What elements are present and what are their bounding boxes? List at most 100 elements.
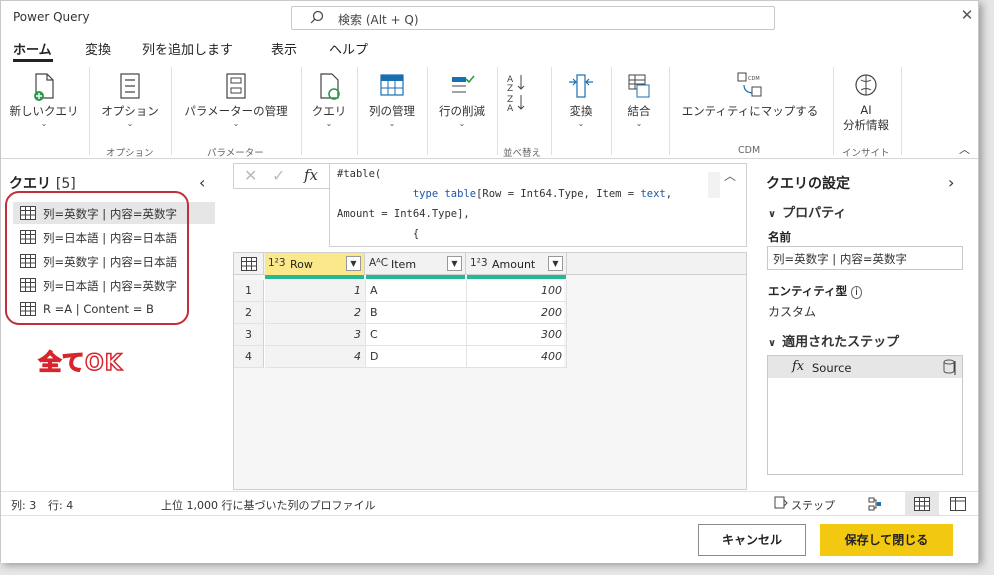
reduce-rows-button[interactable]: 行の削減 ⌄ [433, 71, 491, 128]
options-label: オプション [101, 104, 159, 118]
menu-transform[interactable]: 変換 [85, 39, 111, 58]
cell-item[interactable]: A [366, 280, 467, 302]
chevron-down-icon: ⌄ [388, 119, 396, 128]
cell-row[interactable]: 1 [265, 280, 366, 302]
formula-line: #table( [337, 168, 382, 180]
map-to-entity-label: エンティティにマップする [681, 104, 819, 118]
chevron-down-icon: ⌄ [635, 119, 643, 128]
collapse-left-icon[interactable]: ‹ [199, 173, 205, 192]
search-box[interactable]: 検索 (Alt + Q) [291, 6, 775, 30]
chevron-up-icon[interactable]: ︿ [724, 166, 736, 186]
info-icon[interactable]: i [851, 286, 862, 299]
menu-help[interactable]: ヘルプ [329, 39, 368, 58]
number-type-icon[interactable]: 1²3 [268, 257, 286, 269]
transform-button[interactable]: 変換 ⌄ [557, 71, 605, 128]
query-name-input[interactable]: 列=英数字 | 内容=英数字 [767, 246, 963, 270]
dropdown-icon[interactable]: ▼ [548, 256, 563, 271]
cell-item[interactable]: C [366, 324, 467, 346]
text-type-icon[interactable]: AᴬC [369, 257, 388, 269]
combine-button[interactable]: 結合 ⌄ [615, 71, 663, 128]
dialog-footer: キャンセル 保存して閉じる [1, 515, 978, 563]
menu-add-column[interactable]: 列を追加します [142, 39, 233, 58]
search-placeholder: 検索 (Alt + Q) [338, 13, 419, 27]
column-header-row[interactable]: 1²3 Row ▼ [265, 253, 365, 275]
number-type-icon[interactable]: 1²3 [470, 257, 488, 269]
database-icon[interactable] [942, 359, 956, 375]
map-to-entity-button[interactable]: CDM エンティティにマップする [675, 71, 825, 119]
cell-item[interactable]: D [366, 346, 467, 368]
table-row[interactable]: 3 3 C 300 [234, 324, 567, 346]
options-button[interactable]: オプション ⌄ [97, 71, 163, 128]
diagram-view-button[interactable] [859, 492, 891, 515]
cancel-button[interactable]: キャンセル [698, 524, 806, 556]
cell-amount[interactable]: 300 [467, 324, 567, 346]
entity-type-value: カスタム [768, 305, 817, 319]
diagram-icon [868, 497, 881, 511]
schema-view-button[interactable] [941, 492, 975, 515]
table-menu-icon[interactable] [234, 253, 264, 275]
menu-view[interactable]: 表示 [271, 39, 297, 58]
chevron-down-icon: ∨ [768, 338, 777, 349]
cell-amount[interactable]: 100 [467, 280, 567, 302]
column-header-item[interactable]: AᴬC Item ▼ [366, 253, 466, 275]
expand-right-icon[interactable]: › [948, 173, 954, 192]
sort-buttons[interactable]: AZZA [501, 71, 531, 115]
close-icon[interactable]: ✕ [959, 7, 975, 23]
ai-insights-button[interactable]: AI 分析情報 [837, 71, 895, 133]
chevron-down-icon: ⌄ [325, 119, 333, 128]
row-number[interactable]: 4 [234, 346, 264, 368]
step-item[interactable]: fx Source [768, 356, 962, 378]
active-tab-underline [13, 59, 53, 62]
app-title: Power Query [13, 10, 90, 24]
row-number[interactable]: 2 [234, 302, 264, 324]
ai-label-line1: AI [860, 103, 872, 117]
formula-editor[interactable]: #table( type table[Row = Int64.Type, Ite… [329, 163, 747, 247]
check-icon[interactable]: ✓ [272, 166, 285, 185]
query-settings-pane: クエリの設定 › ∨ プロパティ 名前 列=英数字 | 内容=英数字 エンティティ… [754, 159, 980, 491]
formula-scrollbar[interactable] [708, 172, 720, 198]
dropdown-icon[interactable]: ▼ [346, 256, 361, 271]
column-quality-bar [265, 275, 364, 279]
cell-amount[interactable]: 200 [467, 302, 567, 324]
new-query-button[interactable]: 新しいクエリ ⌄ [7, 71, 81, 128]
applied-steps-list: fx Source [767, 355, 963, 475]
dropdown-icon[interactable]: ▼ [447, 256, 462, 271]
cell-row[interactable]: 2 [265, 302, 366, 324]
table-row[interactable]: 4 4 D 400 [234, 346, 567, 368]
chevron-down-icon: ⌄ [458, 119, 466, 128]
cancel-icon[interactable]: ✕ [244, 166, 257, 185]
status-bar: 列: 3 行: 4 上位 1,000 行に基づいた列のプロファイル ステップ [1, 491, 978, 515]
table-row[interactable]: 2 2 B 200 [234, 302, 567, 324]
applied-steps-section[interactable]: ∨ 適用されたステップ [768, 331, 899, 350]
row-number[interactable]: 1 [234, 280, 264, 302]
row-number[interactable]: 3 [234, 324, 264, 346]
fx-icon[interactable]: fx [304, 166, 318, 184]
collapse-ribbon-icon[interactable]: ︿ [959, 141, 970, 157]
cell-row[interactable]: 3 [265, 324, 366, 346]
table-row[interactable]: 1 1 A 100 [234, 280, 567, 302]
cell-item[interactable]: B [366, 302, 467, 324]
column-header-amount[interactable]: 1²3 Amount ▼ [467, 253, 567, 275]
formula-line: Amount = Int64.Type], [337, 208, 470, 220]
data-grid: 1²3 Row ▼ AᴬC Item ▼ 1²3 Amount ▼ 1 1 A … [233, 252, 747, 490]
query-label: クエリ [311, 104, 347, 118]
query-button[interactable]: クエリ ⌄ [307, 71, 351, 128]
manage-parameters-button[interactable]: パラメーターの管理 ⌄ [177, 71, 295, 128]
ribbon: 新しいクエリ ⌄ オプション ⌄ オプション パラメーターの管理 ⌄ パラメーター ク… [1, 63, 978, 159]
menu-home[interactable]: ホーム [13, 39, 52, 58]
parameters-icon [226, 73, 246, 99]
annotation-text: 全てOK [38, 350, 123, 377]
table-view-button[interactable] [905, 492, 939, 515]
step-view-button[interactable]: ステップ [771, 492, 843, 515]
brain-icon [855, 74, 877, 96]
svg-text:Z: Z [507, 84, 513, 94]
properties-section[interactable]: ∨ プロパティ [768, 202, 846, 221]
cell-amount[interactable]: 400 [467, 346, 567, 368]
cell-row[interactable]: 4 [265, 346, 366, 368]
transform-label: 変換 [569, 104, 593, 118]
manage-columns-button[interactable]: 列の管理 ⌄ [363, 71, 421, 128]
save-and-close-button[interactable]: 保存して閉じる [820, 524, 953, 556]
sort-icon: AZZA [507, 75, 525, 114]
queries-title: クエリ [5] [9, 176, 76, 192]
ribbon-separator [669, 67, 670, 155]
